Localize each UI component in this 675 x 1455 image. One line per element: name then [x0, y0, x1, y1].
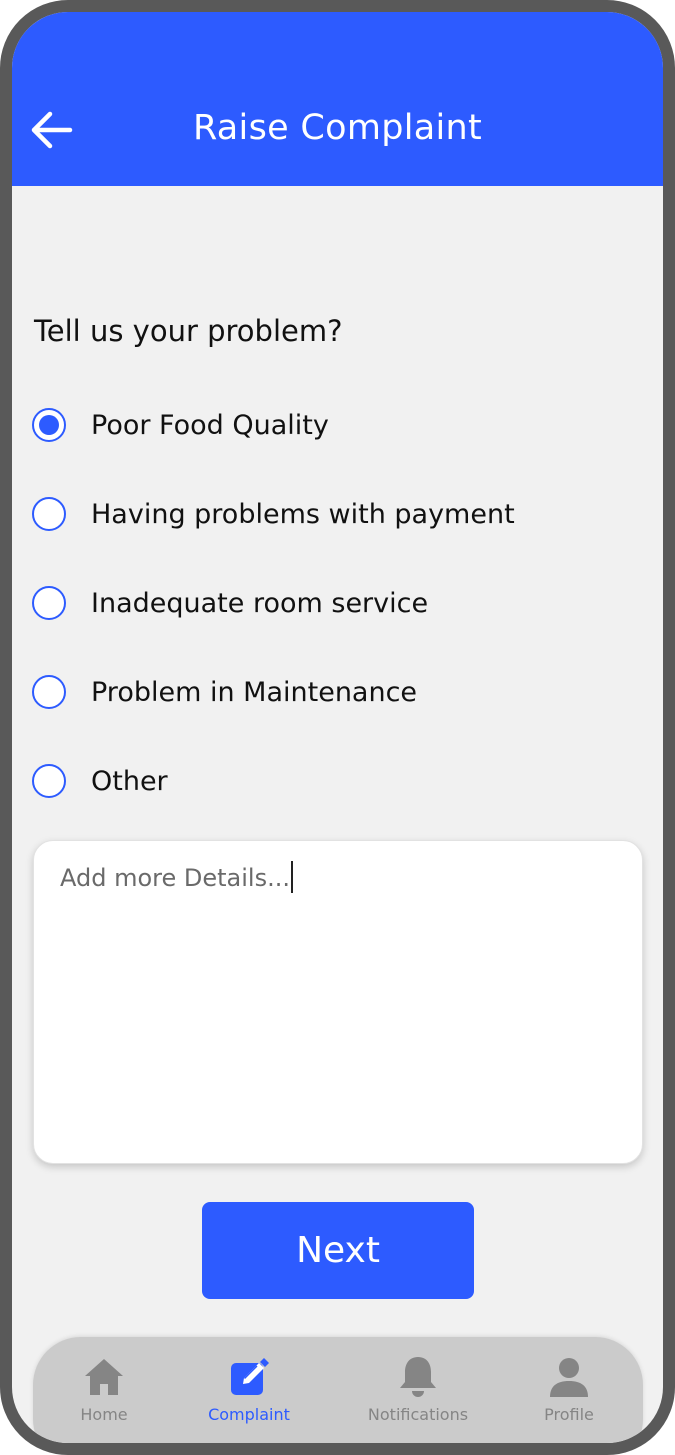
radio-button[interactable]	[32, 497, 66, 531]
option-label: Having problems with payment	[91, 498, 515, 530]
details-placeholder: Add more Details...	[60, 864, 290, 892]
option-poor-food-quality[interactable]: Poor Food Quality	[32, 403, 329, 447]
nav-item-profile[interactable]: Profile	[525, 1355, 613, 1435]
nav-item-home[interactable]: Home	[53, 1355, 155, 1435]
option-maintenance[interactable]: Problem in Maintenance	[32, 670, 417, 714]
app-header: Raise Complaint	[12, 12, 663, 186]
page-title: Raise Complaint	[192, 108, 483, 148]
bottom-navigation: Home Complaint Notifications Profile	[33, 1337, 643, 1443]
nav-label: Complaint	[208, 1405, 290, 1424]
radio-button[interactable]	[32, 675, 66, 709]
nav-item-notifications[interactable]: Notifications	[355, 1355, 481, 1435]
text-cursor	[290, 861, 293, 893]
option-label: Poor Food Quality	[91, 409, 329, 441]
next-button[interactable]: Next	[202, 1202, 474, 1299]
edit-icon	[231, 1358, 269, 1395]
question-heading: Tell us your problem?	[34, 314, 343, 348]
radio-button[interactable]	[32, 586, 66, 620]
nav-label: Notifications	[367, 1405, 469, 1424]
option-room-service[interactable]: Inadequate room service	[32, 581, 428, 625]
option-other[interactable]: Other	[32, 759, 168, 803]
option-label: Problem in Maintenance	[91, 676, 418, 708]
radio-button[interactable]	[32, 764, 66, 798]
nav-item-complaint[interactable]: Complaint	[193, 1355, 305, 1435]
nav-label: Profile	[544, 1405, 594, 1424]
radio-button-selected[interactable]	[32, 408, 66, 442]
details-textarea[interactable]: Add more Details...	[33, 840, 643, 1164]
option-label: Inadequate room service	[91, 587, 429, 619]
phone-frame: Raise Complaint Tell us your problem? Po…	[0, 0, 675, 1455]
home-icon	[85, 1359, 123, 1395]
nav-label: Home	[80, 1405, 128, 1424]
option-payment-problems[interactable]: Having problems with payment	[32, 492, 515, 536]
bell-icon	[400, 1357, 436, 1397]
option-label: Other	[91, 765, 168, 797]
user-icon	[550, 1358, 588, 1397]
